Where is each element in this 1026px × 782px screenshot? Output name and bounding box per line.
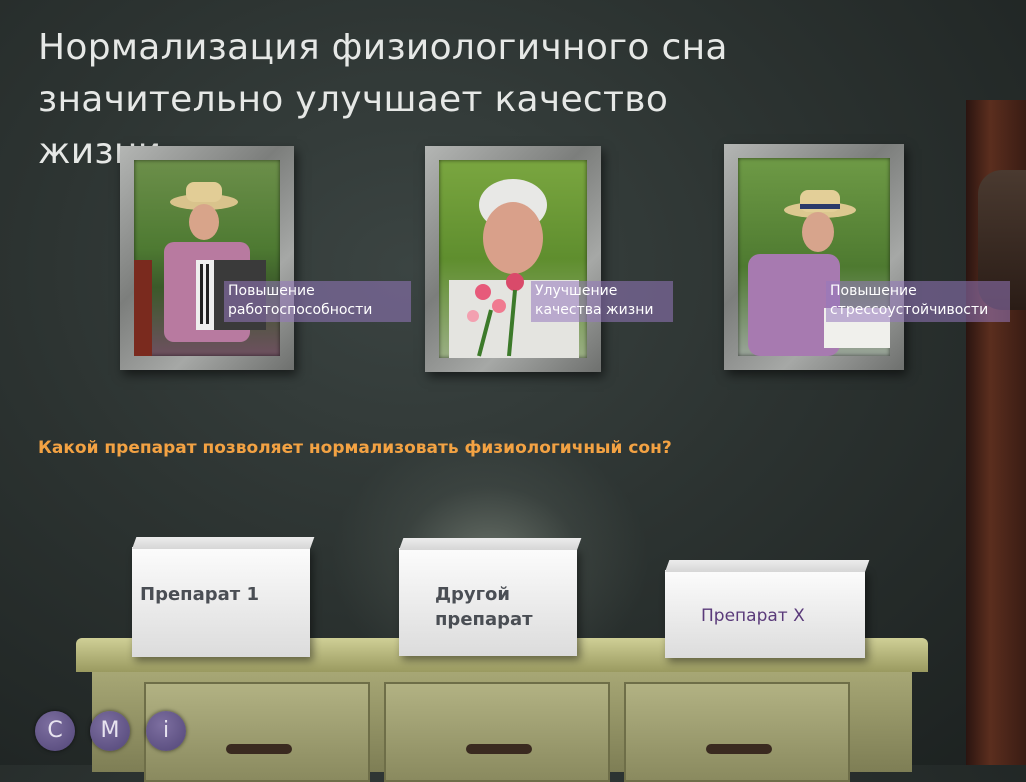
photo-frame-stress[interactable] — [724, 144, 904, 370]
accordion-man-illustration — [134, 182, 266, 356]
drawer-handle — [466, 744, 532, 754]
flower-man-illustration — [449, 179, 579, 358]
caption-work-line2: работоспособности — [228, 302, 373, 318]
box-preparat-1[interactable]: Препарат 1 — [132, 537, 315, 657]
box-label: Препарат 1 — [140, 584, 259, 605]
photo-accordion-man — [134, 160, 280, 356]
photo-reading-man — [738, 158, 890, 356]
box-lid — [665, 560, 870, 572]
photo-flower-man — [439, 160, 587, 358]
caption-stress: Повышение стрессоустойчивости — [826, 281, 1010, 322]
box-other-preparat[interactable]: Другой препарат — [399, 538, 582, 656]
caption-stress-line2: стрессоустойчивости — [830, 302, 989, 318]
nav-button-info[interactable]: i — [146, 711, 186, 751]
cabinet-body — [92, 672, 912, 782]
caption-quality: Улучшение качества жизни — [531, 281, 673, 322]
drawer-handle — [706, 744, 772, 754]
drawer-middle — [384, 682, 610, 782]
box-label-line2: препарат — [435, 609, 533, 630]
drawer-right — [624, 682, 850, 782]
caption-quality-line1: Улучшение — [535, 283, 618, 299]
box-preparat-x[interactable]: Препарат X — [665, 560, 870, 658]
photo-frame-quality[interactable] — [425, 146, 601, 372]
box-label-line1: Другой — [435, 584, 511, 605]
caption-work-line1: Повышение — [228, 283, 315, 299]
nav-button-m[interactable]: M — [90, 711, 130, 751]
caption-work: Повышение работоспособности — [224, 281, 411, 322]
question-text: Какой препарат позволяет нормализовать ф… — [38, 438, 672, 458]
grandfather-clock — [966, 100, 1026, 765]
caption-quality-line2: качества жизни — [535, 302, 654, 318]
nav-button-c[interactable]: C — [35, 711, 75, 751]
box-lid — [132, 537, 315, 549]
box-label: Другой препарат — [435, 582, 533, 632]
drawer-handle — [226, 744, 292, 754]
box-lid — [399, 538, 582, 550]
photo-frame-work[interactable] — [120, 146, 294, 370]
reading-man-illustration — [748, 190, 890, 356]
caption-stress-line1: Повышение — [830, 283, 917, 299]
box-label: Препарат X — [701, 606, 805, 626]
